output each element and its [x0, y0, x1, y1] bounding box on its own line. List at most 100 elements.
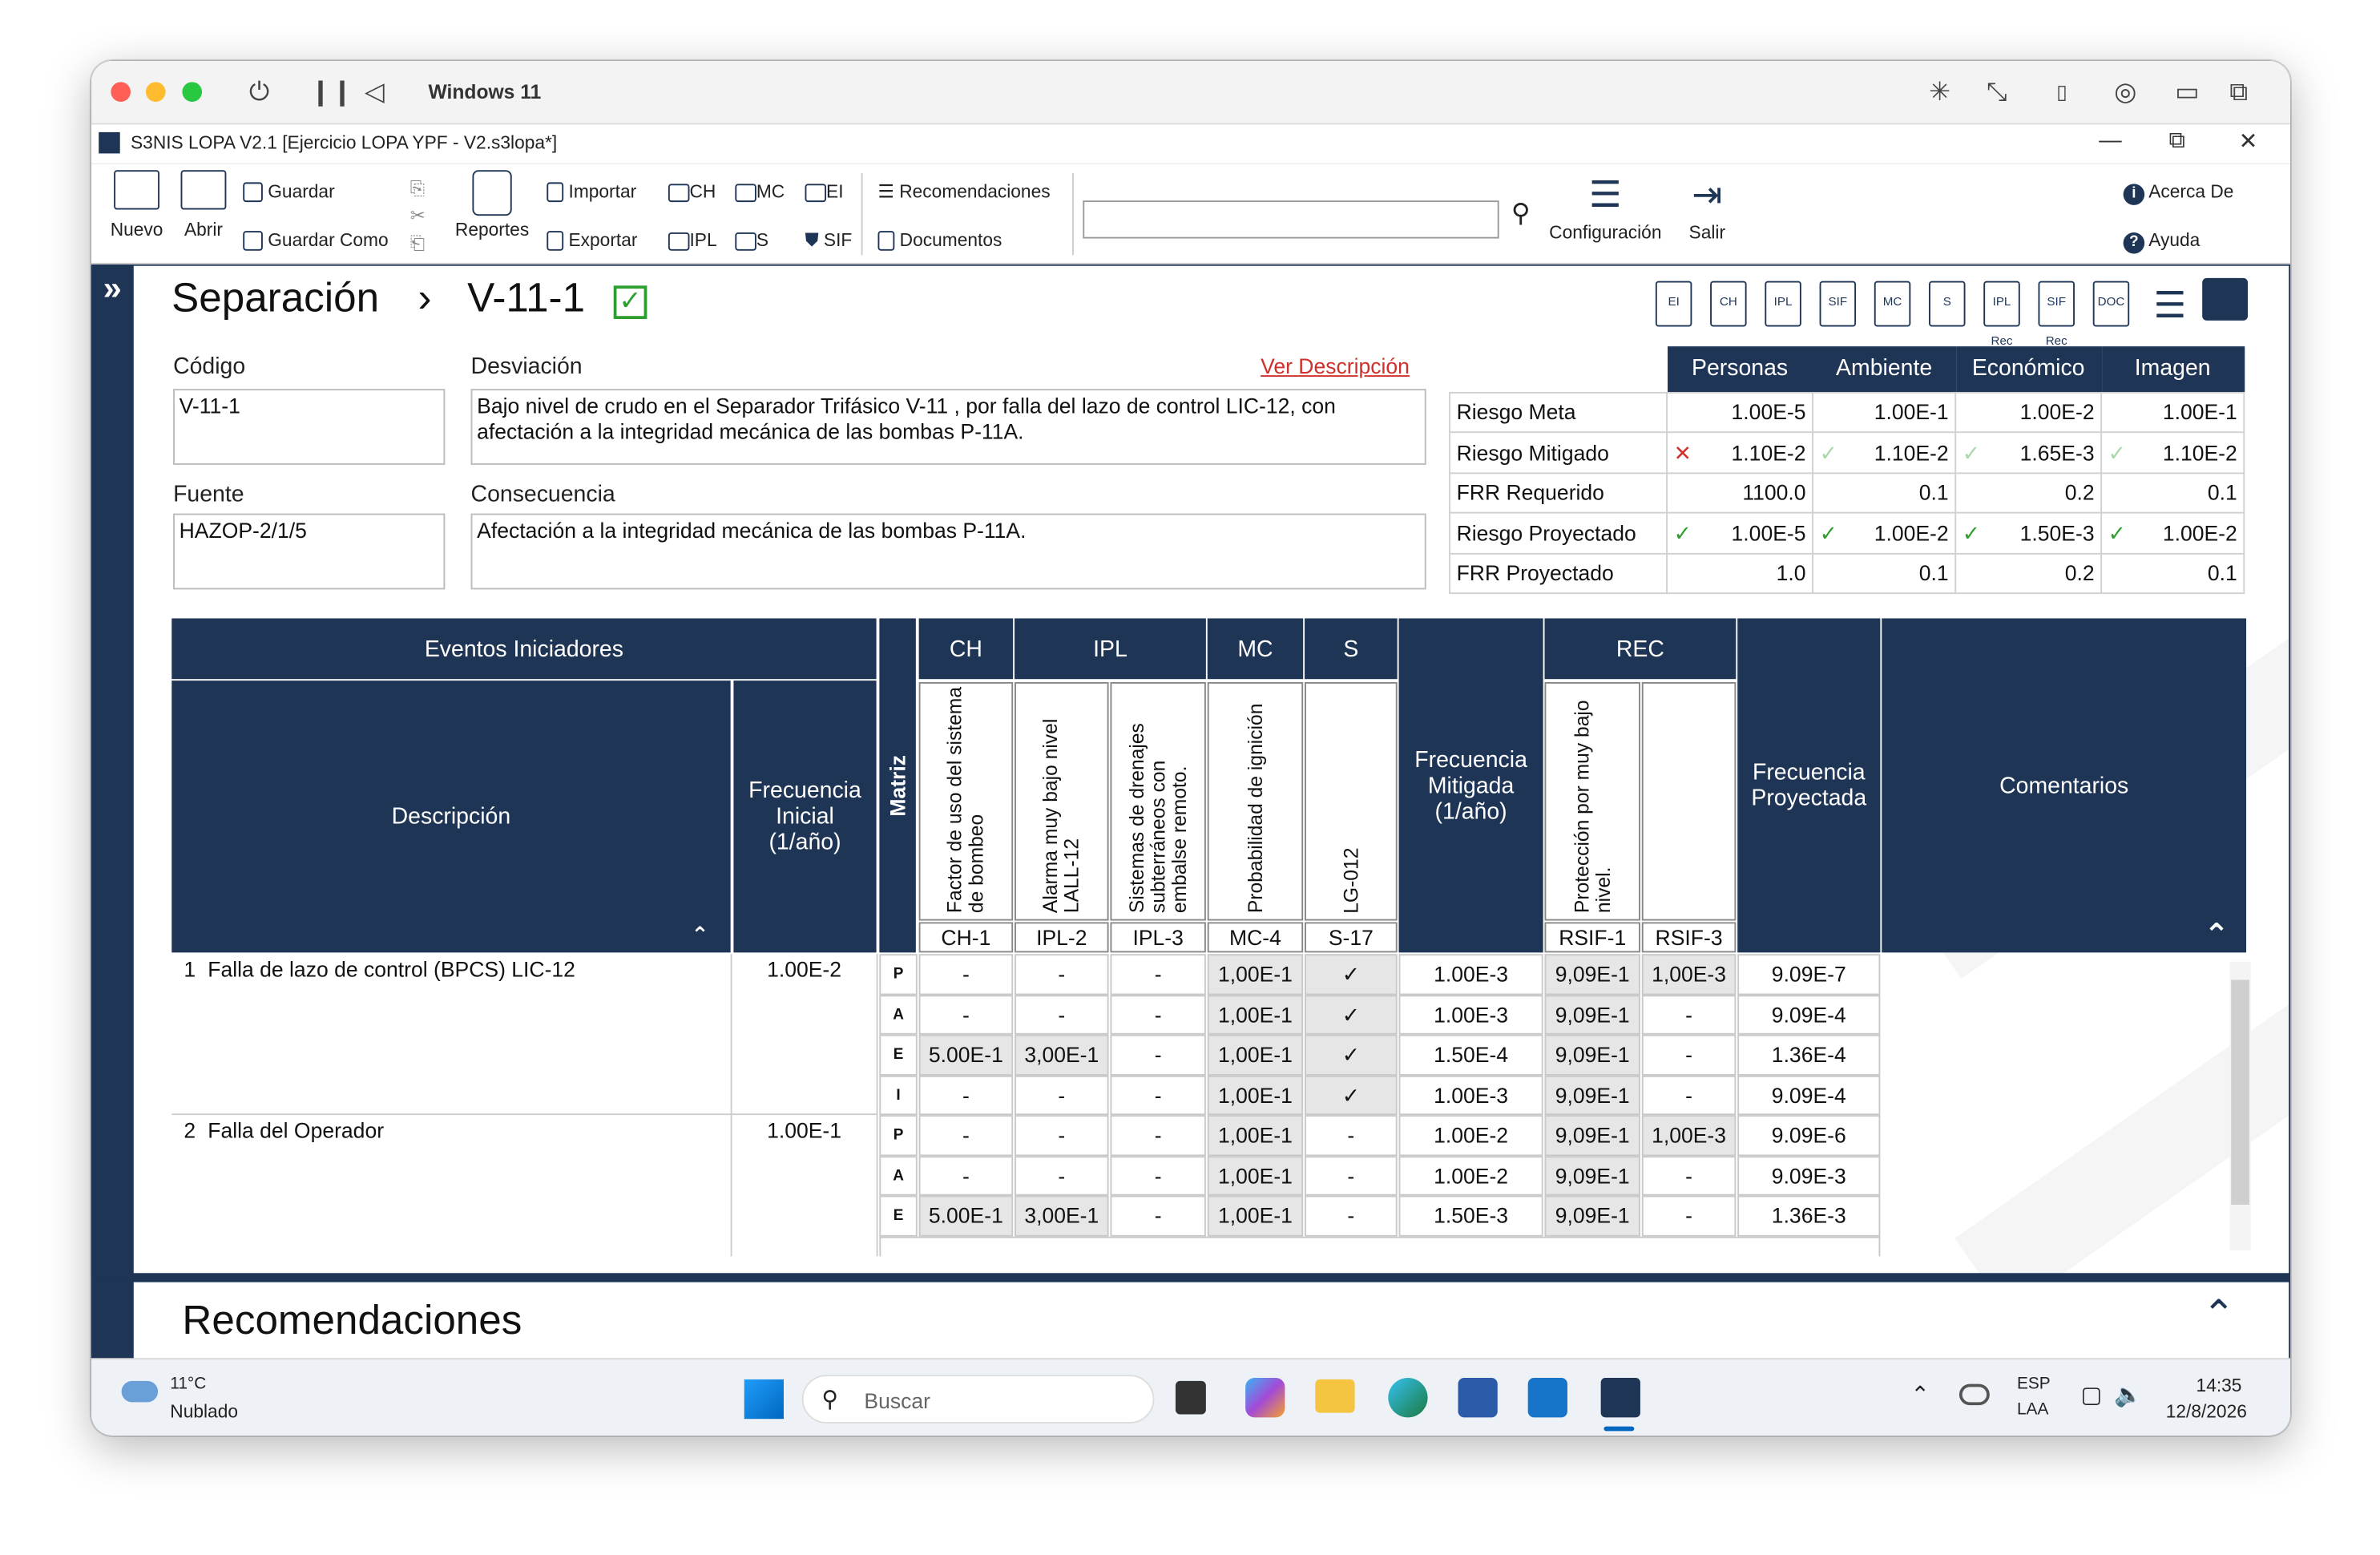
- maximize-icon[interactable]: ⧉: [2168, 127, 2184, 153]
- clock-time[interactable]: 14:35: [2175, 1375, 2242, 1396]
- factor-cell[interactable]: ✓: [1305, 1074, 1398, 1116]
- factor-cell[interactable]: -: [1015, 1115, 1109, 1156]
- close-dot[interactable]: [111, 82, 131, 102]
- windows-start-icon[interactable]: [744, 1379, 784, 1420]
- edge-icon[interactable]: [1388, 1378, 1428, 1418]
- onedrive-icon[interactable]: [1958, 1383, 1990, 1406]
- minimize-dot[interactable]: [145, 82, 166, 102]
- factor-cell[interactable]: 1,00E-1: [1207, 1034, 1304, 1075]
- importar-button[interactable]: Importar: [547, 181, 636, 203]
- search-input[interactable]: [1083, 200, 1499, 239]
- abrir-button[interactable]: Abrir: [173, 170, 234, 240]
- rec-cell[interactable]: 1,00E-3: [1641, 1115, 1737, 1156]
- factor-cell[interactable]: -: [1305, 1155, 1398, 1196]
- chevron-up-icon[interactable]: ⌃: [1910, 1381, 1930, 1408]
- documentos-button[interactable]: Documentos: [877, 229, 1002, 252]
- node-tool-4[interactable]: MC: [1874, 281, 1911, 327]
- outlook-icon[interactable]: [1527, 1378, 1567, 1418]
- node-tool-3[interactable]: SIF: [1819, 281, 1857, 327]
- folder-icon[interactable]: ▭: [2175, 78, 2199, 108]
- factor-cell[interactable]: 3,00E-1: [1015, 1034, 1109, 1075]
- network-icon[interactable]: ▢: [2081, 1381, 2103, 1408]
- desviacion-field[interactable]: Bajo nivel de crudo en el Separador Trif…: [470, 389, 1426, 465]
- file-explorer-icon[interactable]: [1315, 1379, 1355, 1413]
- event-description[interactable]: 2 Falla del Operador: [171, 1115, 732, 1257]
- s3nis-app-icon[interactable]: [1600, 1378, 1640, 1418]
- node-tool-5[interactable]: S: [1929, 281, 1966, 327]
- rec-cell[interactable]: -: [1641, 1074, 1737, 1116]
- clock-date[interactable]: 12/8/2026: [2166, 1400, 2247, 1422]
- status-check-icon[interactable]: ✓: [613, 285, 647, 320]
- exportar-button[interactable]: Exportar: [547, 229, 637, 252]
- rec-cell[interactable]: 9,09E-1: [1544, 994, 1640, 1035]
- volume-icon[interactable]: 🔈: [2114, 1381, 2142, 1408]
- factor-cell[interactable]: -: [1015, 1155, 1109, 1196]
- copy-icons[interactable]: ⎘ ✂ ⎗: [410, 175, 426, 256]
- weather-temp[interactable]: 11°C: [170, 1375, 206, 1393]
- node-tool-1[interactable]: CH: [1710, 281, 1747, 327]
- rec-cell[interactable]: 9,09E-1: [1544, 1034, 1640, 1075]
- factor-cell[interactable]: 1,00E-1: [1207, 1155, 1304, 1196]
- event-frequency[interactable]: 1.00E-1: [732, 1115, 878, 1257]
- factor-cell[interactable]: ✓: [1305, 994, 1398, 1035]
- rec-cell[interactable]: -: [1641, 1034, 1737, 1075]
- factor-cell[interactable]: -: [918, 1155, 1014, 1196]
- zoom-dot[interactable]: [182, 82, 203, 102]
- factor-cell[interactable]: ✓: [1305, 954, 1398, 995]
- rec-cell[interactable]: 9,09E-1: [1544, 1074, 1640, 1116]
- power-icon[interactable]: ⏻: [249, 78, 269, 108]
- factor-cell[interactable]: -: [1305, 1195, 1398, 1236]
- factor-cell[interactable]: 5.00E-1: [918, 1195, 1014, 1236]
- back-icon[interactable]: ◁: [365, 78, 385, 108]
- factor-cell[interactable]: -: [1110, 1195, 1206, 1236]
- node-tool-6[interactable]: IPL Rec: [1983, 281, 2020, 348]
- mc-button[interactable]: MC: [735, 181, 785, 202]
- rec-cell[interactable]: -: [1641, 1155, 1737, 1196]
- usb-icon[interactable]: ▯: [2056, 78, 2067, 108]
- ipl-button[interactable]: IPL: [668, 229, 717, 251]
- camera-icon[interactable]: ◎: [2114, 78, 2136, 108]
- rec-cell[interactable]: 9,09E-1: [1544, 1115, 1640, 1156]
- rec-cell[interactable]: -: [1641, 994, 1737, 1035]
- chevron-up-icon[interactable]: ⌃: [2204, 916, 2229, 954]
- rec-cell[interactable]: 9,09E-1: [1544, 1195, 1640, 1236]
- close-icon[interactable]: ✕: [2239, 127, 2258, 155]
- rec-cell[interactable]: 9,09E-1: [1544, 954, 1640, 995]
- event-description[interactable]: 1 Falla de lazo de control (BPCS) LIC-12: [171, 954, 732, 1116]
- node-tool-2[interactable]: IPL: [1765, 281, 1801, 327]
- factor-cell[interactable]: -: [1110, 954, 1206, 995]
- factor-cell[interactable]: -: [1305, 1115, 1398, 1156]
- list-icon[interactable]: ☰: [2154, 284, 2187, 328]
- chevron-up-icon[interactable]: ⌃: [2202, 1291, 2235, 1339]
- factor-cell[interactable]: -: [1015, 954, 1109, 995]
- print-icon[interactable]: [2202, 277, 2249, 321]
- consecuencia-field[interactable]: Afectación a la integridad mecánica de l…: [470, 513, 1426, 590]
- grid-scrollbar[interactable]: [2229, 961, 2251, 1250]
- factor-cell[interactable]: ✓: [1305, 1034, 1398, 1075]
- factor-cell[interactable]: -: [918, 994, 1014, 1035]
- reportes-button[interactable]: Reportes: [453, 170, 532, 240]
- factor-cell[interactable]: -: [918, 954, 1014, 995]
- search-icon[interactable]: ⚲: [1511, 200, 1531, 226]
- factor-cell[interactable]: -: [1110, 1115, 1206, 1156]
- nuevo-button[interactable]: Nuevo: [103, 170, 170, 240]
- factor-cell[interactable]: 1,00E-1: [1207, 1195, 1304, 1236]
- configuracion-button[interactable]: ☰ Configuración: [1542, 173, 1669, 243]
- fuente-field[interactable]: HAZOP-2/1/5: [173, 513, 446, 590]
- sidebar-expand-button[interactable]: »: [91, 265, 134, 1277]
- guardar-como-button[interactable]: Guardar Como: [243, 229, 389, 252]
- minimize-icon[interactable]: —: [2099, 127, 2121, 153]
- ayuda-button[interactable]: ? Ayuda: [2123, 229, 2200, 254]
- factor-cell[interactable]: 1,00E-1: [1207, 1074, 1304, 1116]
- sort-icon[interactable]: ⌃: [691, 922, 708, 947]
- factor-cell[interactable]: 1,00E-1: [1207, 994, 1304, 1035]
- codigo-field[interactable]: V-11-1: [173, 389, 446, 465]
- factor-cell[interactable]: -: [1015, 994, 1109, 1035]
- m365-icon[interactable]: [1245, 1378, 1285, 1418]
- factor-cell[interactable]: 1,00E-1: [1207, 1115, 1304, 1156]
- node-tool-8[interactable]: DOC: [2092, 281, 2130, 327]
- recomendaciones-button[interactable]: ☰ Recomendaciones: [877, 181, 1050, 203]
- windows-icon[interactable]: ⧉: [2229, 78, 2248, 108]
- scrollbar-thumb[interactable]: [2231, 979, 2249, 1205]
- s-button[interactable]: S: [735, 229, 768, 251]
